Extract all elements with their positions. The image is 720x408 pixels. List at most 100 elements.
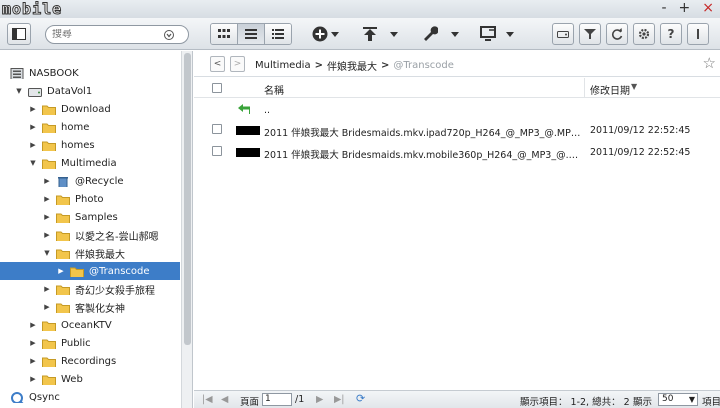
tree-item[interactable]: ▶ 奇幻少女殺手旅程 <box>0 280 180 298</box>
favorite-star-icon[interactable]: ☆ <box>703 54 716 72</box>
expand-arrow-icon[interactable]: ▶ <box>42 194 52 204</box>
collapse-arrow-icon[interactable]: ▼ <box>28 158 38 168</box>
more-button[interactable] <box>687 23 709 45</box>
row-checkbox[interactable] <box>212 124 222 134</box>
expand-arrow-icon[interactable]: ▶ <box>28 122 38 132</box>
folder-icon <box>42 105 56 115</box>
tree-item[interactable]: ▶ Public <box>0 334 180 352</box>
close-button[interactable]: × <box>702 0 714 16</box>
expand-arrow-icon[interactable]: ▶ <box>28 104 38 114</box>
upload-dropdown-arrow[interactable] <box>390 32 398 37</box>
page-total: /1 <box>295 394 305 405</box>
select-all-checkbox[interactable] <box>212 83 222 93</box>
column-header-date[interactable]: 修改日期 <box>590 82 630 97</box>
search-box[interactable] <box>45 25 189 44</box>
row-checkbox[interactable] <box>212 146 222 156</box>
video-thumbnail <box>236 126 260 135</box>
column-divider[interactable] <box>584 78 585 98</box>
tree-item[interactable]: ▶ @Recycle <box>0 172 180 190</box>
create-button[interactable] <box>312 26 328 45</box>
breadcrumb-item-folder[interactable]: 伴娘我最大 <box>327 58 377 73</box>
tree-item[interactable]: ▼ Multimedia <box>0 154 180 172</box>
expand-arrow-icon[interactable]: ▶ <box>42 302 52 312</box>
file-row[interactable]: 2011 伴娘我最大 Bridesmaids.mkv.mobile360p_H2… <box>194 141 720 163</box>
tree-item[interactable]: ▼ DataVol1 <box>0 82 180 100</box>
tree-item[interactable]: ▶ Samples <box>0 208 180 226</box>
file-list-panel: < > Multimedia > 伴娘我最大 > @Transcode ☆ 名稱… <box>194 51 720 408</box>
tree-item[interactable]: NASBOOK <box>0 64 180 82</box>
expand-arrow-icon[interactable]: ▶ <box>28 338 38 348</box>
refresh-button[interactable] <box>606 23 628 45</box>
breadcrumb-separator: > <box>314 60 323 71</box>
search-input[interactable] <box>52 29 164 40</box>
reload-icon[interactable]: ⟳ <box>356 392 365 405</box>
folder-icon <box>56 195 70 205</box>
forward-button[interactable]: > <box>230 56 245 72</box>
tree-item[interactable]: ▶ Photo <box>0 190 180 208</box>
tree-item[interactable]: ▶ Recordings <box>0 352 180 370</box>
expand-arrow-icon[interactable]: ▶ <box>28 356 38 366</box>
breadcrumb: Multimedia > 伴娘我最大 > @Transcode <box>255 58 454 73</box>
tree-item[interactable]: ▶ Web <box>0 370 180 388</box>
sidebar-scrollbar-thumb[interactable] <box>184 53 191 345</box>
folder-tree: NASBOOK ▼ DataVol1 ▶ Download ▶ home ▶ homes ▼ Mul… <box>0 51 193 408</box>
maximize-button[interactable]: + <box>679 0 691 16</box>
sort-desc-icon[interactable]: ▼ <box>631 82 637 91</box>
search-dropdown-icon[interactable] <box>164 29 174 40</box>
collapse-arrow-icon[interactable]: ▼ <box>42 248 52 258</box>
collapse-arrow-icon[interactable]: ▼ <box>14 86 24 96</box>
help-button[interactable]: ? <box>660 23 682 45</box>
tree-item[interactable]: ▶ @Transcode <box>0 262 180 280</box>
expand-arrow-icon[interactable]: ▶ <box>28 374 38 384</box>
page-number-input[interactable]: 1 <box>262 393 292 406</box>
parent-folder-row[interactable]: .. <box>194 99 720 121</box>
window-controls: - + × <box>661 0 714 16</box>
tree-item-label: Photo <box>75 193 104 205</box>
expand-arrow-icon[interactable]: ▶ <box>42 230 52 240</box>
expand-arrow-icon[interactable]: ▶ <box>42 176 52 186</box>
detail-view-icon <box>272 29 284 39</box>
next-page-icon[interactable]: ▶ <box>316 394 323 405</box>
expand-arrow-icon[interactable]: ▶ <box>28 320 38 330</box>
expand-arrow-icon[interactable]: ▶ <box>42 212 52 222</box>
remote-mount-button[interactable] <box>552 23 574 45</box>
upload-button[interactable] <box>362 26 378 45</box>
breadcrumb-item-multimedia[interactable]: Multimedia <box>255 60 311 71</box>
thumbnail-view-button[interactable] <box>211 24 238 44</box>
list-view-button[interactable] <box>238 24 265 44</box>
tree-item[interactable]: ▶ homes <box>0 136 180 154</box>
tree-item[interactable]: ▶ 以愛之名-尝山郝嗯 <box>0 226 180 244</box>
prev-page-icon[interactable]: ◀ <box>221 394 228 405</box>
toggle-sidebar-button[interactable] <box>7 23 31 45</box>
tools-dropdown-arrow[interactable] <box>451 32 459 37</box>
detail-view-button[interactable] <box>265 24 291 44</box>
last-page-icon[interactable]: ▶| <box>334 394 345 405</box>
create-dropdown-arrow[interactable] <box>331 32 339 37</box>
expand-arrow-icon[interactable]: ▶ <box>56 266 66 276</box>
tree-item-label: Public <box>61 337 91 349</box>
expand-arrow-icon[interactable]: ▶ <box>28 140 38 150</box>
expand-arrow-icon[interactable]: ▶ <box>42 284 52 294</box>
share-dropdown-arrow[interactable] <box>506 32 514 37</box>
file-row[interactable]: 2011 伴娘我最大 Bridesmaids.mkv.ipad720p_H264… <box>194 119 720 141</box>
first-page-icon[interactable]: |◀ <box>202 394 213 405</box>
minimize-button[interactable]: - <box>661 0 666 16</box>
sidebar-scrollbar[interactable] <box>181 51 192 408</box>
back-button[interactable]: < <box>210 56 225 72</box>
tree-item[interactable]: Qsync <box>0 388 180 406</box>
toolbar: ? <box>0 18 720 50</box>
tree-item[interactable]: ▶ 客製化女神 <box>0 298 180 316</box>
settings-button[interactable] <box>633 23 655 45</box>
column-header-name[interactable]: 名稱 <box>264 82 284 97</box>
tree-item[interactable]: ▶ OceanKTV <box>0 316 180 334</box>
per-page-select[interactable]: 50 ▼ <box>658 393 698 406</box>
share-button[interactable] <box>480 26 498 45</box>
folder-open-icon <box>42 159 56 169</box>
tree-item-label: Samples <box>75 211 118 223</box>
tools-button[interactable] <box>422 26 439 45</box>
tree-item[interactable]: ▶ home <box>0 118 180 136</box>
tree-item-label: home <box>61 121 90 133</box>
filter-button[interactable] <box>579 23 601 45</box>
tree-item[interactable]: ▶ Download <box>0 100 180 118</box>
tree-item[interactable]: ▼ 伴娘我最大 <box>0 244 180 262</box>
